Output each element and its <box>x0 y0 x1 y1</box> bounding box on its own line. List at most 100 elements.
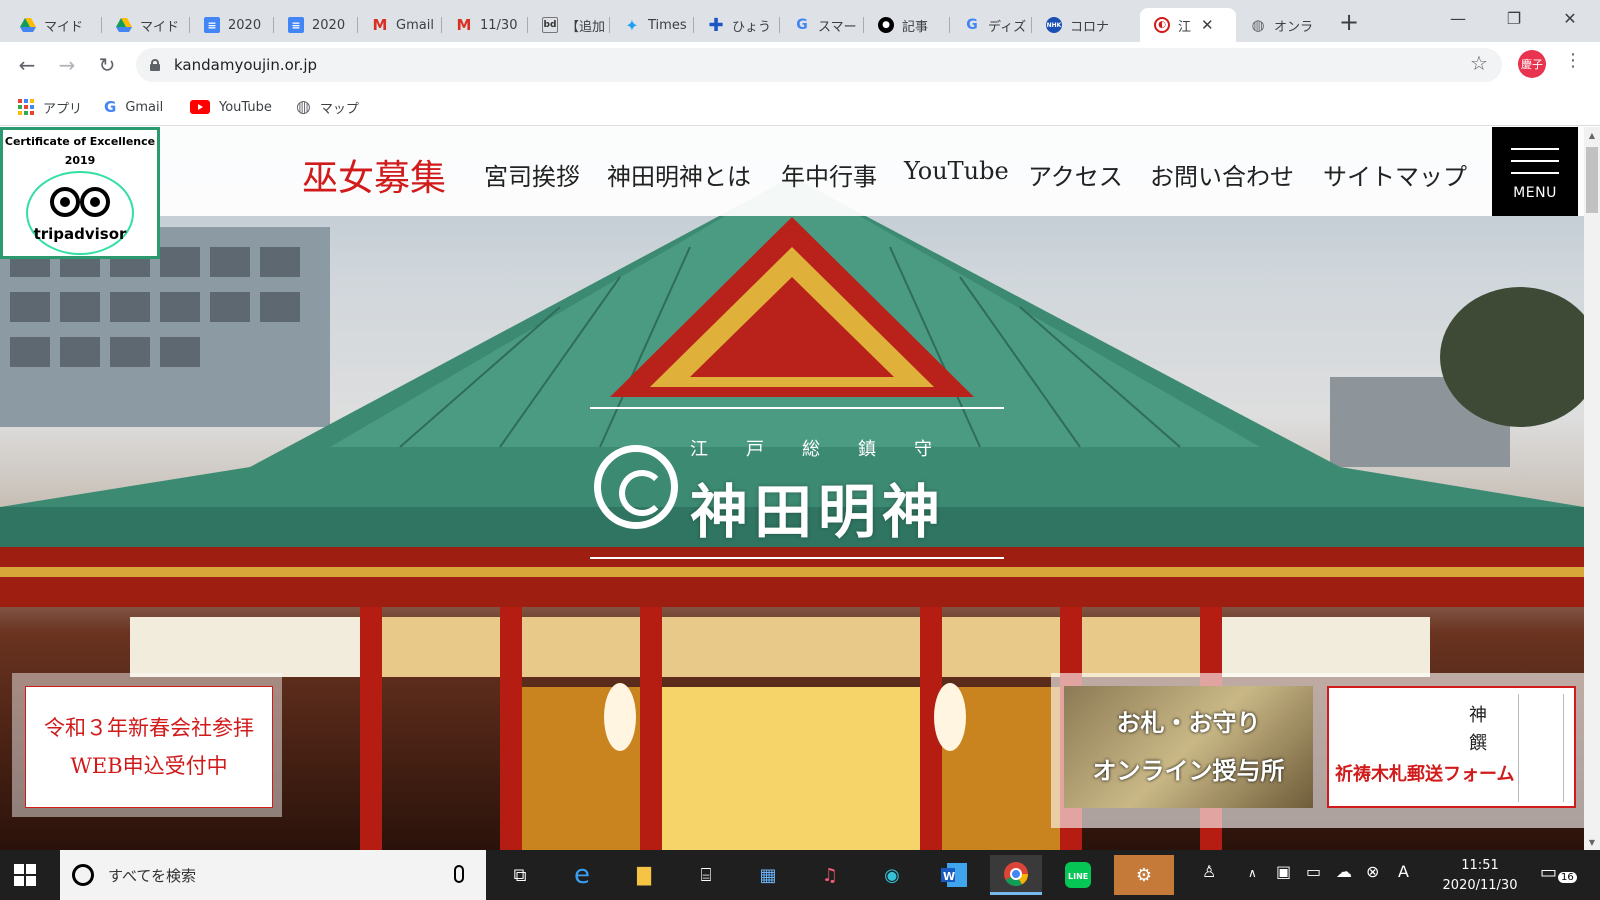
tab-title: オンラ <box>1274 19 1314 35</box>
nav-sitemap[interactable]: サイトマップ <box>1323 157 1467 192</box>
browser-tab[interactable]: G ディズ <box>950 8 1032 42</box>
menu-button[interactable]: MENU <box>1492 127 1578 216</box>
bookmark-maps[interactable]: ◍ マップ <box>296 96 359 118</box>
bookmark-apps[interactable]: アプリ <box>18 96 82 118</box>
browser-tab[interactable]: bd 【追加 <box>528 8 610 42</box>
clock-time: 11:51 <box>1461 858 1499 873</box>
browser-tab[interactable]: NHK コロナ <box>1032 8 1122 42</box>
scroll-down-arrow-icon[interactable]: ▼ <box>1584 834 1600 850</box>
site-logo: 江戸総鎮守 神田明神 <box>590 407 1010 567</box>
minimize-window-button[interactable]: — <box>1438 4 1478 32</box>
itunes-icon[interactable]: ♫ <box>804 855 856 895</box>
lock-icon[interactable] <box>150 59 160 71</box>
bookmark-gmail[interactable]: G Gmail <box>104 96 163 118</box>
address-url[interactable]: kandamyoujin.or.jp <box>174 56 317 74</box>
bookmark-label: YouTube <box>219 99 272 115</box>
restore-window-button[interactable]: ❐ <box>1494 4 1534 32</box>
tab-title: 【追加 <box>566 19 606 35</box>
tab-title: Gmail <box>396 17 434 33</box>
nav-access[interactable]: アクセス <box>1028 157 1123 192</box>
tray-app-icon[interactable]: ▣ <box>1276 862 1291 881</box>
browser-tab[interactable]: M 11/30 <box>442 8 528 42</box>
microphone-icon[interactable] <box>454 865 464 883</box>
browser-tab[interactable]: ◍ オンラ <box>1236 8 1326 42</box>
browser-tab-active[interactable]: ◐ 江 ✕ <box>1140 8 1236 42</box>
site-icon: ● <box>878 17 894 33</box>
tab-title: ディズ <box>988 19 1027 35</box>
back-arrow-icon[interactable]: ← <box>12 50 42 80</box>
settings-gear-icon[interactable]: ⚙ <box>1114 855 1174 895</box>
google-icon: G <box>796 17 808 33</box>
close-window-button[interactable]: ✕ <box>1550 4 1590 32</box>
new-year-visit-banner: 令和３年新春会社参拝 WEB申込受付中 <box>12 673 282 817</box>
chrome-icon[interactable] <box>990 855 1042 895</box>
task-view-icon[interactable]: ⧉ <box>494 855 546 895</box>
scroll-thumb[interactable] <box>1586 147 1598 213</box>
calendar-app-icon[interactable]: ▦ <box>742 855 794 895</box>
logo-title: 神田明神 <box>690 478 947 546</box>
close-tab-icon[interactable]: ✕ <box>1201 16 1214 34</box>
menu-label: MENU <box>1513 184 1557 201</box>
browser-tab[interactable]: ✦ Times <box>610 8 694 42</box>
new-tab-button[interactable]: + <box>1335 8 1363 36</box>
tray-chevron-up-icon[interactable]: ∧ <box>1248 866 1257 880</box>
globe-icon: ◍ <box>296 97 311 117</box>
browser-tab[interactable]: ≡ 2020 <box>190 8 274 42</box>
line-icon[interactable]: LINE <box>1052 855 1104 895</box>
certificate-title: Certificate of Excellence <box>4 135 156 148</box>
windows-start-icon[interactable] <box>14 864 36 886</box>
browser-tab[interactable]: マイド <box>102 8 190 42</box>
taskbar-clock[interactable]: 11:51 2020/11/30 <box>1440 856 1520 896</box>
word-icon[interactable]: W <box>928 855 980 895</box>
nav-contact[interactable]: お問い合わせ <box>1150 157 1294 192</box>
windows-taskbar: すべてを検索 ⧉ e ▇ ⌸ ▦ ♫ ◉ W LINE ⚙ ♙ ∧ ▣ ▭ ☁ … <box>0 850 1600 900</box>
google-docs-icon: ≡ <box>204 17 220 33</box>
certificate-year: 2019 <box>64 154 96 167</box>
banner-line: WEB申込受付中 <box>70 754 228 778</box>
store-icon[interactable]: ⌸ <box>680 855 732 895</box>
nav-about[interactable]: 神田明神とは <box>607 157 751 192</box>
bookmark-star-icon[interactable]: ☆ <box>1470 51 1488 75</box>
banner-line: 祈祷木札郵送フォーム <box>1335 760 1515 786</box>
scroll-up-arrow-icon[interactable]: ▲ <box>1584 127 1600 143</box>
prayer-plaque-mail-form-link[interactable]: 神饌 祈祷木札郵送フォーム <box>1327 686 1576 808</box>
page-viewport: Certificate of Excellence 2019 tripadvis… <box>0 127 1584 850</box>
file-explorer-icon[interactable]: ▇ <box>618 855 670 895</box>
tab-title: コロナ <box>1070 19 1110 35</box>
app-sphere-icon[interactable]: ◉ <box>866 855 918 895</box>
tripadvisor-certificate[interactable]: Certificate of Excellence 2019 tripadvis… <box>0 127 160 259</box>
apps-grid-icon <box>18 99 34 115</box>
onedrive-cloud-icon[interactable]: ☁ <box>1336 862 1352 881</box>
notification-center-icon[interactable]: ▭ 16 <box>1540 862 1577 888</box>
nav-recruit-miko[interactable]: 巫女募集 <box>302 149 446 201</box>
browser-tab[interactable]: G スマー <box>780 8 864 42</box>
address-bar[interactable]: kandamyoujin.or.jp <box>136 48 1502 82</box>
battery-icon[interactable]: ▭ <box>1306 862 1321 881</box>
profile-avatar[interactable]: 慶子 <box>1518 50 1546 78</box>
taskbar-search[interactable]: すべてを検索 <box>60 850 486 900</box>
nav-greeting[interactable]: 宮司挨拶 <box>484 157 580 192</box>
browser-tab[interactable]: ● 記事 <box>864 8 950 42</box>
reload-icon[interactable]: ↻ <box>92 50 122 80</box>
new-year-visit-link[interactable]: 令和３年新春会社参拝 WEB申込受付中 <box>25 686 273 808</box>
browser-tab[interactable]: ✚ ひょう <box>694 8 780 42</box>
banner-line: オンライン授与所 <box>1092 756 1285 785</box>
ime-indicator-icon[interactable]: A <box>1398 862 1409 881</box>
bookmark-youtube[interactable]: YouTube <box>190 96 272 118</box>
edge-icon[interactable]: e <box>556 855 608 895</box>
tripadvisor-owl-icon: tripadvisor <box>26 171 134 255</box>
tab-title: Times <box>648 17 687 33</box>
logo-subtitle: 江戸総鎮守 <box>690 439 970 460</box>
browser-tab[interactable]: ≡ 2020 <box>274 8 358 42</box>
nav-events[interactable]: 年中行事 <box>781 157 877 192</box>
page-scrollbar[interactable]: ▲ ▼ <box>1584 127 1600 850</box>
tab-title: マイド <box>44 19 84 35</box>
browser-tab[interactable]: マイド <box>6 8 102 42</box>
browser-menu-icon[interactable]: ⋮ <box>1564 50 1582 71</box>
forward-arrow-icon[interactable]: → <box>52 50 82 80</box>
volume-muted-icon[interactable]: ⊗ <box>1366 862 1379 881</box>
nav-youtube[interactable]: YouTube <box>904 157 1009 185</box>
people-icon[interactable]: ♙ <box>1202 862 1216 881</box>
browser-tab[interactable]: M Gmail <box>358 8 442 42</box>
online-amulet-shop-link[interactable]: お札・お守り オンライン授与所 <box>1064 686 1313 808</box>
